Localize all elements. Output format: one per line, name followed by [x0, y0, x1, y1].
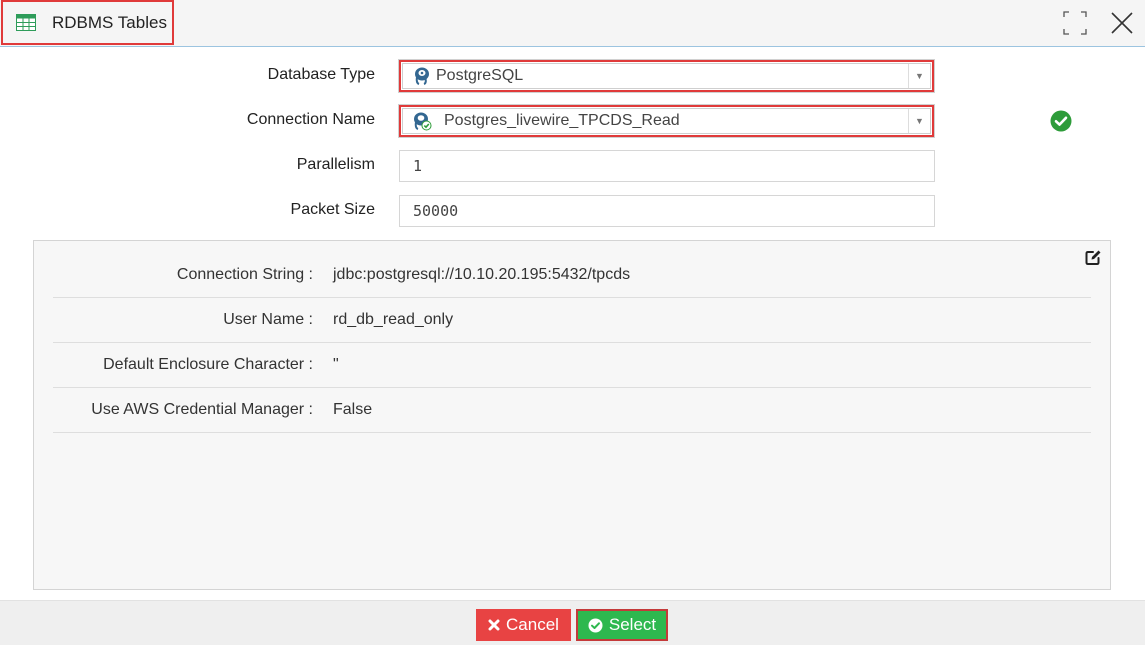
dialog-titlebar: RDBMS Tables: [0, 0, 1145, 47]
times-icon: [488, 619, 500, 631]
detail-row-enclosure-character: Default Enclosure Character : ": [53, 343, 1091, 388]
detail-key: Connection String :: [176, 266, 313, 283]
maximize-icon: [1063, 11, 1087, 35]
database-type-row: Database Type PostgreSQL ▼: [0, 58, 1145, 94]
chevron-down-icon[interactable]: ▼: [908, 109, 930, 133]
close-icon: [1111, 12, 1133, 34]
connection-name-value: Postgres_livewire_TPCDS_Read: [444, 112, 680, 129]
parallelism-label: Parallelism: [296, 156, 375, 173]
detail-key: Default Enclosure Character :: [103, 356, 313, 373]
detail-value: jdbc:postgresql://10.10.20.195:5432/tpcd…: [333, 266, 631, 283]
detail-value: ": [333, 356, 339, 373]
dialog-title: RDBMS Tables: [52, 12, 167, 32]
cancel-label: Cancel: [506, 615, 559, 634]
database-type-value: PostgreSQL: [436, 67, 524, 84]
cancel-button[interactable]: Cancel: [476, 609, 571, 641]
select-label: Select: [608, 615, 657, 634]
packet-size-row: Packet Size 50000: [0, 193, 1145, 229]
database-type-select[interactable]: PostgreSQL ▼: [399, 60, 934, 92]
database-type-label: Database Type: [267, 66, 375, 83]
detail-row-aws-credential-manager: Use AWS Credential Manager : False: [53, 388, 1091, 433]
detail-row-connection-string: Connection String : jdbc:postgresql://10…: [53, 253, 1091, 298]
check-circle-icon: [588, 618, 603, 633]
connection-details-panel: Connection String : jdbc:postgresql://10…: [33, 240, 1111, 590]
detail-key: Use AWS Credential Manager :: [91, 401, 313, 418]
parallelism-input[interactable]: 1: [399, 150, 935, 182]
select-button[interactable]: Select: [576, 609, 668, 641]
connection-name-select[interactable]: Postgres_livewire_TPCDS_Read ▼: [399, 105, 934, 137]
postgresql-connection-icon: [414, 112, 432, 131]
dialog-title-box: RDBMS Tables: [1, 0, 174, 45]
packet-size-input[interactable]: 50000: [399, 195, 935, 227]
connection-name-row: Connection Name Postgres_livewire_TPCDS_…: [0, 103, 1145, 139]
close-button[interactable]: [1108, 9, 1136, 37]
check-circle-icon: [1050, 110, 1072, 132]
table-icon: [16, 14, 36, 31]
detail-key: User Name :: [223, 311, 313, 328]
packet-size-label: Packet Size: [290, 201, 375, 218]
detail-value: False: [333, 401, 373, 418]
maximize-button[interactable]: [1061, 9, 1089, 37]
postgresql-icon: [415, 67, 429, 85]
detail-value: rd_db_read_only: [333, 311, 454, 328]
parallelism-row: Parallelism 1: [0, 148, 1145, 184]
connection-name-label: Connection Name: [246, 111, 375, 128]
detail-row-user-name: User Name : rd_db_read_only: [53, 298, 1091, 343]
dialog-footer: Cancel Select: [0, 600, 1145, 645]
chevron-down-icon[interactable]: ▼: [908, 64, 930, 88]
